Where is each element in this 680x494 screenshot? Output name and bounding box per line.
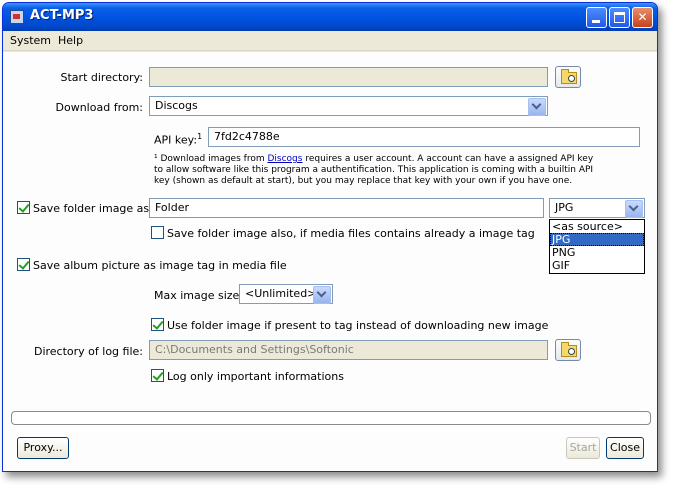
title-bar[interactable]: ACT-MP3 ✕ xyxy=(3,3,657,31)
proxy-button[interactable]: Proxy... xyxy=(17,437,69,459)
menu-bar: System Help xyxy=(3,31,657,51)
discogs-link[interactable]: Discogs xyxy=(267,154,302,164)
chevron-down-icon[interactable] xyxy=(528,98,546,116)
menu-system[interactable]: System xyxy=(10,34,51,47)
window-title: ACT-MP3 xyxy=(30,8,94,23)
api-key-label: API key:1 xyxy=(154,132,203,147)
use-folder-image-label: Use folder image if present to tag inste… xyxy=(167,319,549,332)
app-window: ACT-MP3 ✕ System Help Start directory: D… xyxy=(2,2,658,472)
close-window-button[interactable]: ✕ xyxy=(632,7,653,28)
format-option[interactable]: <as source> xyxy=(550,220,644,233)
api-key-note: ¹ Download images from Discogs requires … xyxy=(154,154,594,186)
download-from-select[interactable]: Discogs xyxy=(149,96,548,116)
format-dropdown-list: <as source> JPG PNG GIF xyxy=(549,219,645,274)
progress-bar xyxy=(11,411,651,425)
save-folder-image-label: Save folder image as: xyxy=(33,202,153,215)
save-folder-also-label: Save folder image also, if media files c… xyxy=(167,227,535,240)
start-directory-label: Start directory: xyxy=(60,71,143,84)
footnote-mark: 1 xyxy=(197,132,203,141)
max-image-size-label: Max image size: xyxy=(154,289,244,302)
max-image-size-value: <Unlimited> xyxy=(245,287,317,300)
browse-start-directory-button[interactable] xyxy=(555,66,581,88)
folder-image-format-value: JPG xyxy=(555,201,574,214)
folder-search-icon xyxy=(561,342,577,357)
log-important-checkbox[interactable] xyxy=(151,369,164,382)
close-icon: ✕ xyxy=(637,10,648,24)
download-from-value: Discogs xyxy=(155,99,198,112)
chevron-down-icon[interactable] xyxy=(313,286,331,304)
format-option[interactable]: PNG xyxy=(550,246,644,259)
log-directory-label: Directory of log file: xyxy=(33,345,143,358)
folder-image-format-select[interactable]: JPG xyxy=(549,198,645,218)
format-option[interactable]: GIF xyxy=(550,259,644,272)
download-from-label: Download from: xyxy=(55,101,143,114)
start-directory-field[interactable] xyxy=(149,67,548,87)
maximize-button[interactable] xyxy=(609,7,630,28)
app-icon xyxy=(10,10,24,24)
log-directory-field[interactable]: C:\Documents and Settings\Softonic xyxy=(149,340,548,360)
save-folder-image-checkbox[interactable] xyxy=(17,201,30,214)
max-image-size-select[interactable]: <Unlimited> xyxy=(239,284,333,304)
settings-panel: Start directory: Download from: Discogs … xyxy=(3,52,657,471)
format-option-selected[interactable]: JPG xyxy=(550,233,644,246)
use-folder-image-checkbox[interactable] xyxy=(151,318,164,331)
minimize-icon xyxy=(592,20,600,23)
chevron-down-icon[interactable] xyxy=(625,200,643,218)
menu-help[interactable]: Help xyxy=(58,34,83,47)
maximize-icon xyxy=(614,12,625,23)
folder-search-icon xyxy=(561,69,577,84)
start-button[interactable]: Start xyxy=(566,437,600,459)
save-album-picture-label: Save album picture as image tag in media… xyxy=(33,259,287,272)
save-album-picture-checkbox[interactable] xyxy=(17,258,30,271)
save-folder-also-checkbox[interactable] xyxy=(151,226,164,239)
close-button[interactable]: Close xyxy=(606,437,644,459)
log-important-label: Log only important informations xyxy=(167,370,344,383)
api-key-input[interactable]: 7fd2c4788e xyxy=(208,127,640,147)
minimize-button[interactable] xyxy=(586,7,607,28)
folder-image-name-input[interactable]: Folder xyxy=(149,198,544,218)
browse-log-directory-button[interactable] xyxy=(555,339,581,361)
